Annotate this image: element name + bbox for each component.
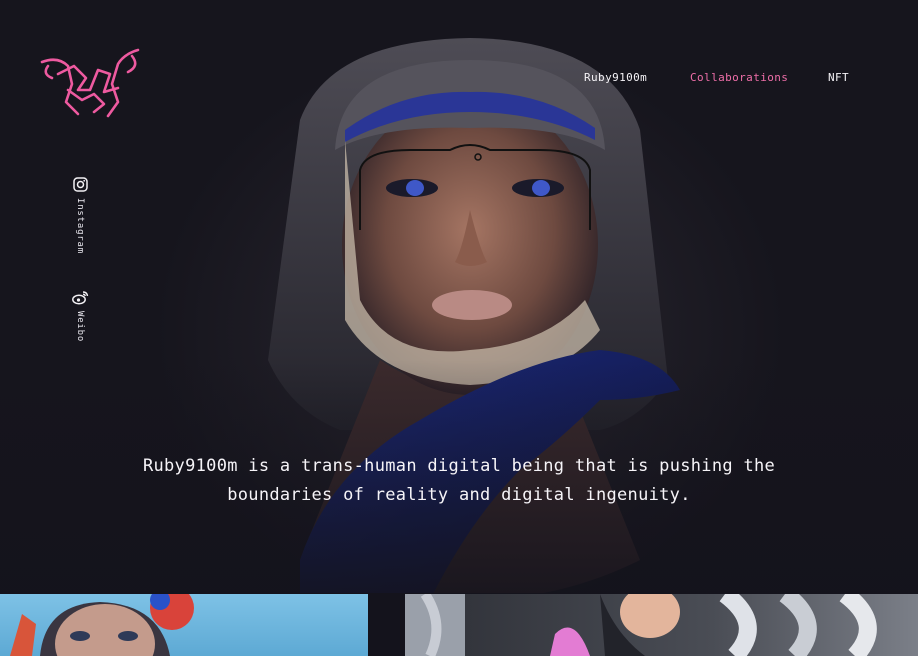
social-link-weibo[interactable]: Weibo — [71, 290, 89, 342]
nav-item-nft[interactable]: NFT — [828, 71, 849, 84]
weibo-icon — [71, 291, 88, 305]
instagram-label: Instagram — [75, 198, 85, 254]
hero-tagline: Ruby9100m is a trans-human digital being… — [0, 452, 918, 510]
nav-item-collaborations[interactable]: Collaborations — [690, 71, 788, 84]
thumbnail-image-2 — [405, 594, 877, 656]
main-nav: Ruby9100m Collaborations NFT — [0, 71, 918, 87]
weibo-label: Weibo — [75, 311, 85, 343]
hero-section: Ruby9100m Collaborations NFT Instagram W… — [0, 0, 918, 593]
thumbnail-image-1 — [10, 594, 194, 656]
tagline-line-1: Ruby9100m is a trans-human digital being… — [142, 456, 776, 476]
collaboration-thumbnail-2[interactable] — [405, 594, 918, 656]
tagline-line-2: boundaries of reality and digital ingenu… — [227, 485, 691, 505]
nav-item-ruby9100m[interactable]: Ruby9100m — [584, 71, 647, 84]
social-link-instagram[interactable]: Instagram — [71, 177, 89, 254]
instagram-icon — [72, 177, 88, 192]
collaboration-thumbnail-1[interactable] — [0, 594, 368, 656]
